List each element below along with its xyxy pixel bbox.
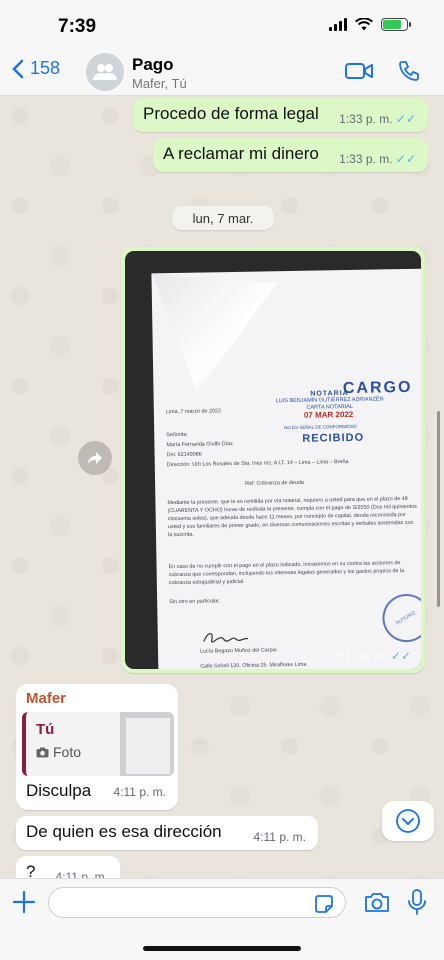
message-incoming[interactable]: Mafer Tú Foto Disculpa 4:11 p. m. (16, 684, 178, 810)
scrollbar[interactable] (437, 411, 440, 607)
quoted-message[interactable]: Tú Foto (22, 712, 174, 776)
paper-curl (151, 271, 278, 393)
photo-time: 3:17 p. m. ✓✓ (334, 649, 411, 663)
message-time: 4:11 p. m. (113, 785, 166, 799)
chat-header: 158 Pago Mafer, Tú (0, 50, 444, 96)
message-text: Procedo de forma legal (143, 104, 319, 123)
date-divider: lun, 7 mar. (172, 206, 274, 230)
video-call-icon[interactable] (345, 60, 373, 82)
message-text: ? (26, 862, 36, 878)
chat-title-block[interactable]: Pago Mafer, Tú (132, 55, 187, 91)
unread-count: 158 (30, 58, 61, 78)
round-seal-stamp: AUTORIZ. (373, 585, 421, 651)
camera-icon[interactable] (364, 891, 390, 913)
quoted-author: Tú (36, 721, 55, 738)
message-incoming[interactable]: De quien es esa dirección 4:11 p. m. (16, 816, 318, 850)
status-icons (329, 18, 411, 31)
read-receipt-icon: ✓✓ (395, 152, 416, 166)
document-photo[interactable]: NOTARIA LUIS BENJAMÍN GUTIÉRREZ ADRIANZÉ… (125, 251, 421, 669)
message-text: De quien es esa dirección (26, 822, 222, 841)
forward-icon (88, 452, 102, 464)
status-time: 7:39 (58, 16, 97, 37)
sticker-icon[interactable] (314, 894, 334, 914)
read-receipt-icon: ✓✓ (395, 112, 416, 126)
message-outgoing[interactable]: Procedo de forma legal 1:33 p. m. ✓✓ (133, 98, 428, 132)
battery-icon (381, 18, 411, 31)
microphone-icon[interactable] (408, 889, 426, 915)
message-incoming[interactable]: ? 4:11 p. m. (16, 856, 120, 878)
recibido-stamp: RECIBIDO (302, 431, 365, 445)
chevron-left-icon (12, 59, 24, 78)
message-input[interactable] (48, 887, 346, 918)
chat-title: Pago (132, 55, 174, 74)
scroll-to-bottom-button[interactable] (382, 801, 434, 841)
sender-name: Mafer (26, 690, 67, 707)
camera-small-icon (36, 747, 49, 757)
cargo-stamp: CARGO (342, 378, 413, 398)
message-time: 1:33 p. m. (339, 152, 393, 166)
read-receipt-icon: ✓✓ (390, 649, 411, 663)
message-text: A reclamar mi dinero (163, 144, 319, 163)
letter-paper: NOTARIA LUIS BENJAMÍN GUTIÉRREZ ADRIANZÉ… (151, 268, 421, 669)
date-stamp: 07 MAR 2022 (303, 409, 354, 420)
phone-call-icon[interactable] (398, 60, 420, 82)
message-outgoing[interactable]: A reclamar mi dinero 1:33 p. m. ✓✓ (153, 138, 428, 172)
forward-button[interactable] (78, 441, 112, 475)
message-time: 1:33 p. m. (339, 112, 393, 126)
group-avatar[interactable] (86, 53, 124, 91)
wifi-icon (355, 18, 373, 31)
message-time: 4:11 p. m. (253, 830, 306, 844)
signal-icon (329, 18, 347, 31)
group-icon (93, 64, 117, 80)
message-text: Disculpa (26, 781, 92, 800)
plus-icon[interactable] (12, 890, 36, 914)
quoted-type: Foto (36, 744, 81, 760)
home-indicator (143, 946, 301, 951)
chevron-down-icon (396, 809, 420, 833)
back-button[interactable]: 158 (12, 58, 60, 79)
photo-message[interactable]: NOTARIA LUIS BENJAMÍN GUTIÉRREZ ADRIANZÉ… (121, 247, 425, 673)
message-time: 4:11 p. m. (55, 870, 108, 878)
input-bar (0, 878, 444, 960)
quoted-thumbnail (120, 712, 174, 776)
status-bar: 7:39 (0, 0, 444, 50)
chat-participants: Mafer, Tú (132, 76, 187, 91)
chat-area[interactable]: Procedo de forma legal 1:33 p. m. ✓✓ A r… (0, 96, 444, 878)
